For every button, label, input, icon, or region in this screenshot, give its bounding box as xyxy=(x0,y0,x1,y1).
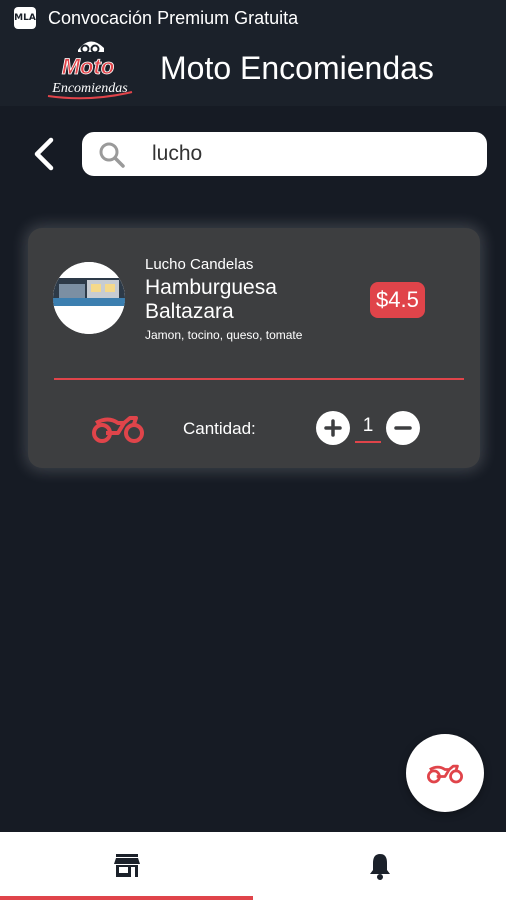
moto-encomiendas-logo: Moto Encomiendas xyxy=(47,41,133,100)
logo-moto-text: Moto xyxy=(62,54,115,79)
nav-tab-store[interactable] xyxy=(0,832,253,900)
price-badge: $4.5 xyxy=(370,282,425,318)
status-bar: MLA Convocación Premium Gratuita xyxy=(0,0,506,36)
product-card[interactable]: Lucho Candelas Hamburguesa Baltazara Jam… xyxy=(28,228,480,468)
quantity-increase-button[interactable] xyxy=(316,411,350,445)
product-name: Hamburguesa Baltazara xyxy=(145,276,277,323)
quantity-value[interactable]: 1 xyxy=(355,415,381,443)
search-input[interactable] xyxy=(152,132,472,176)
app-title: Moto Encomiendas xyxy=(160,50,434,86)
quantity-decrease-button[interactable] xyxy=(386,411,420,445)
vendor-name: Lucho Candelas xyxy=(145,256,254,273)
bottom-nav xyxy=(0,832,506,900)
app-header: Moto Encomiendas Moto Encomiendas xyxy=(0,36,506,106)
minus-icon xyxy=(394,426,412,430)
plus-icon xyxy=(324,419,342,437)
order-fab-button[interactable] xyxy=(406,734,484,812)
app-badge-icon: MLA xyxy=(14,7,36,29)
search-icon xyxy=(99,142,125,168)
bell-icon xyxy=(369,854,390,880)
status-bar-text: Convocación Premium Gratuita xyxy=(48,7,299,28)
logo-encomiendas-text: Encomiendas xyxy=(51,81,128,96)
nav-tab-notifications[interactable] xyxy=(253,832,506,900)
quantity-label: Cantidad: xyxy=(183,419,256,438)
back-button[interactable] xyxy=(24,134,64,174)
store-icon xyxy=(113,854,140,877)
product-image xyxy=(53,262,125,334)
motorcycle-icon xyxy=(92,416,144,443)
chevron-left-icon xyxy=(34,137,54,171)
search-box[interactable] xyxy=(82,132,487,176)
active-tab-indicator xyxy=(0,896,253,900)
product-description: Jamon, tocino, queso, tomate xyxy=(145,328,303,342)
card-divider xyxy=(54,378,464,380)
motorcycle-icon xyxy=(427,764,463,784)
